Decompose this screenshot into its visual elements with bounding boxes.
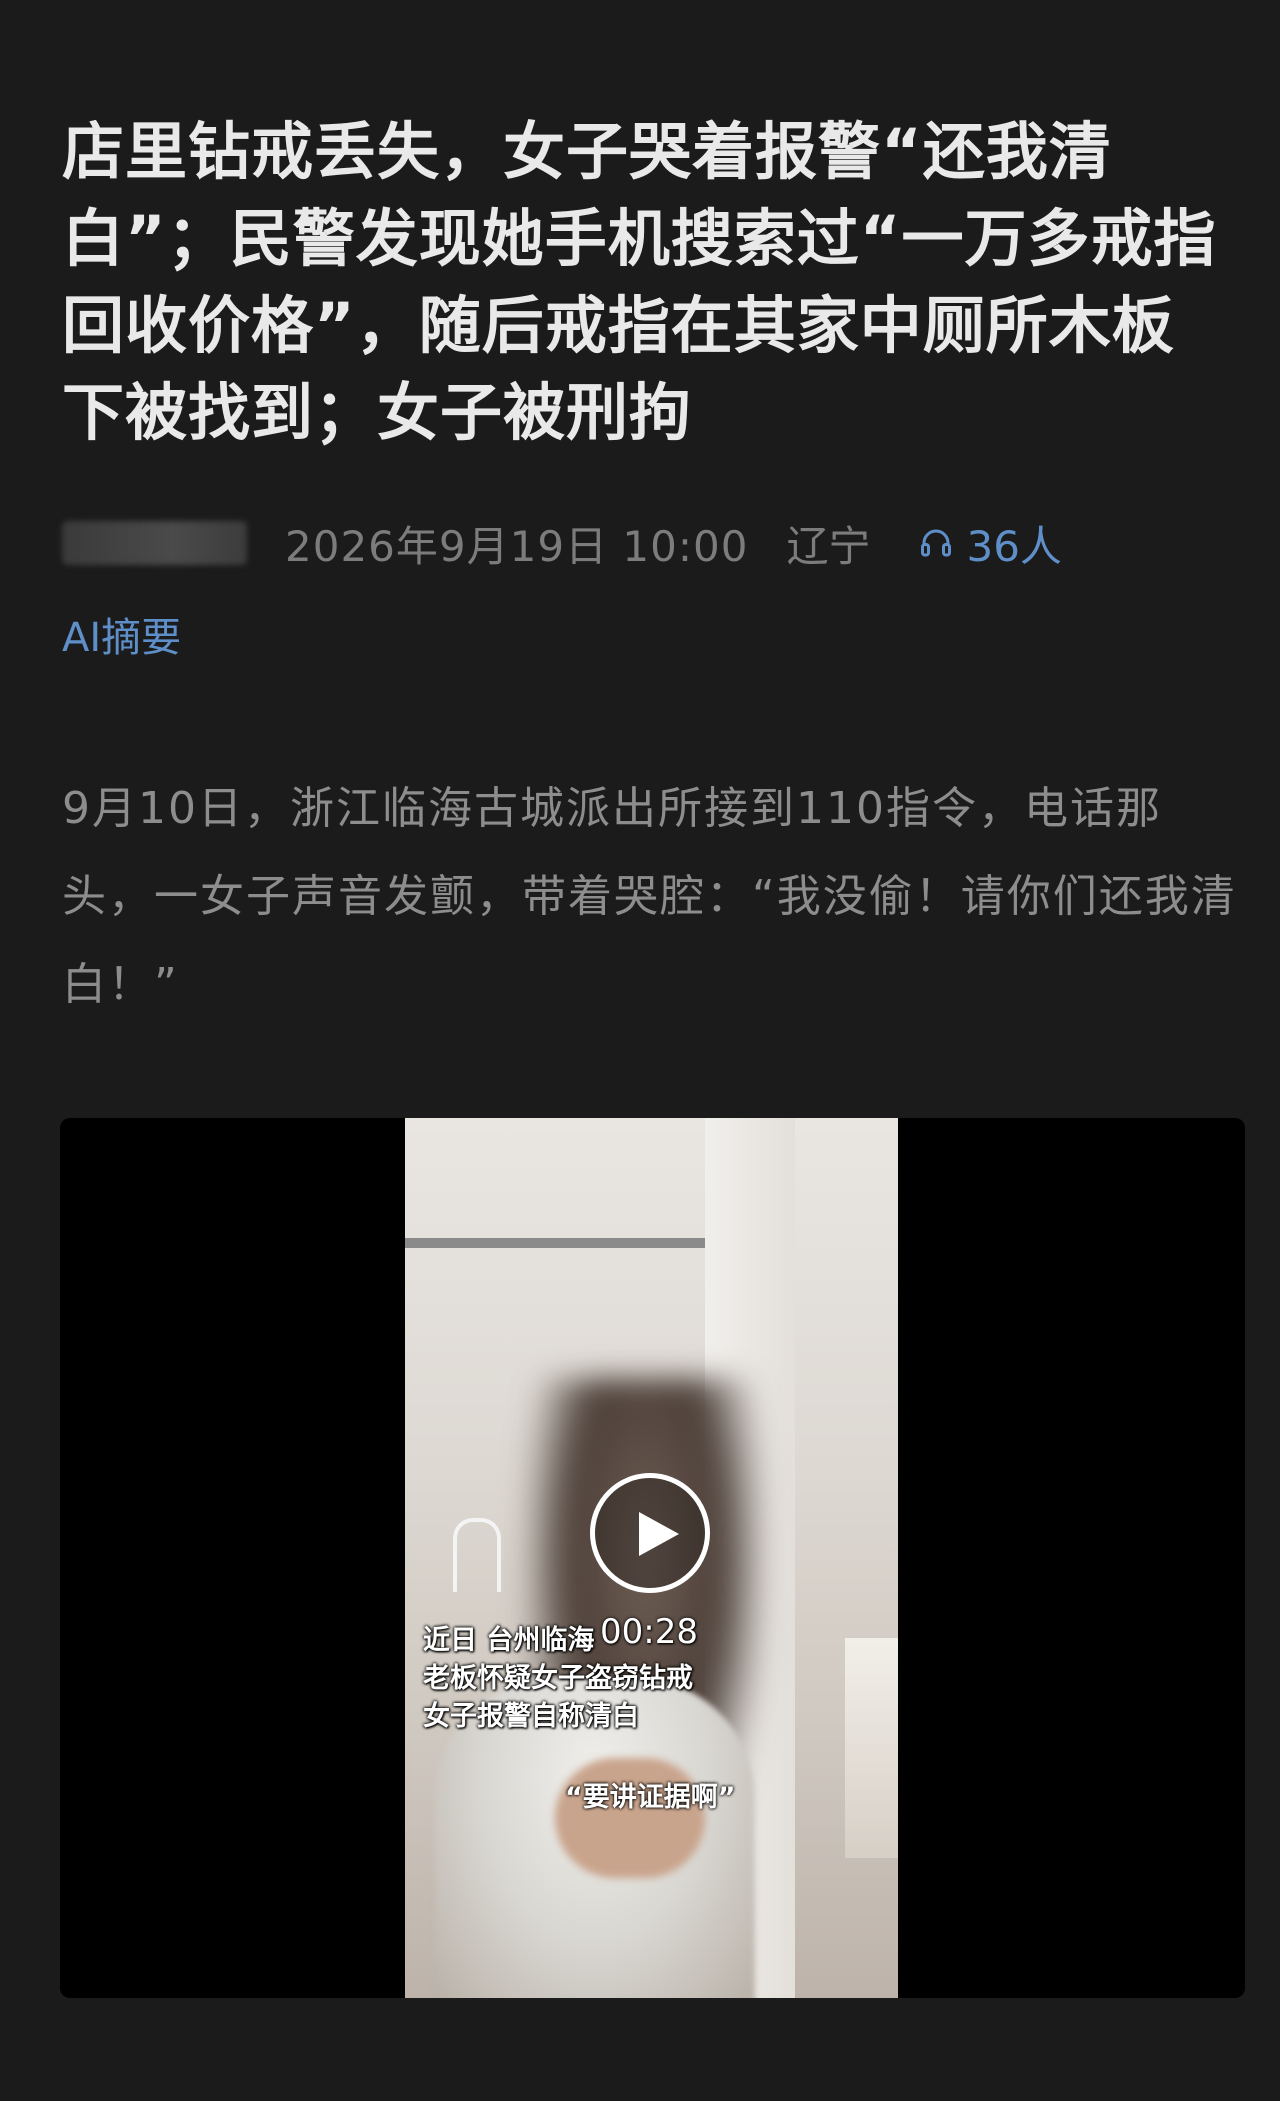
listen-button[interactable]: 36人 <box>918 513 1062 574</box>
video-caption-line2: 老板怀疑女子盗窃钻戒 <box>423 1663 693 1694</box>
play-icon <box>639 1512 679 1556</box>
play-button[interactable] <box>590 1473 710 1593</box>
article-meta: 2026年9月19日 10:00 辽宁 36人 <box>62 512 1062 574</box>
headphones-icon <box>921 529 952 557</box>
article-page: 店里钻戒丢失，女子哭着报警“还我清白”；民警发现她手机搜索过“一万多戒指回收价格… <box>0 0 1280 2101</box>
video-duration: 00:28 <box>600 1612 698 1652</box>
article-title: 店里钻戒丢失，女子哭着报警“还我清白”；民警发现她手机搜索过“一万多戒指回收价格… <box>62 115 1217 449</box>
video-frame: 近日 台州临海 00:28 老板怀疑女子盗窃钻戒 女子报警自称清白 “要讲证据啊… <box>405 1118 898 1998</box>
listener-count: 36人 <box>966 521 1062 571</box>
author-name-blurred[interactable] <box>62 521 247 565</box>
wall-trim <box>405 1238 715 1248</box>
shelf <box>845 1638 898 1858</box>
video-quote: “要讲证据啊” <box>565 1782 736 1813</box>
video-caption-location: 近日 台州临海 <box>423 1625 595 1656</box>
video-player[interactable]: 近日 台州临海 00:28 老板怀疑女子盗窃钻戒 女子报警自称清白 “要讲证据啊… <box>60 1118 1245 1998</box>
publish-region: 辽宁 <box>786 521 871 571</box>
video-caption-line3: 女子报警自称清白 <box>423 1701 639 1732</box>
hanger <box>453 1518 501 1592</box>
ai-summary-link[interactable]: AI摘要 <box>62 605 181 663</box>
publish-date: 2026年9月19日 10:00 <box>285 521 749 571</box>
article-body: 9月10日，浙江临海古城派出所接到110指令，电话那头，一女子声音发颤，带着哭腔… <box>62 783 1237 1010</box>
